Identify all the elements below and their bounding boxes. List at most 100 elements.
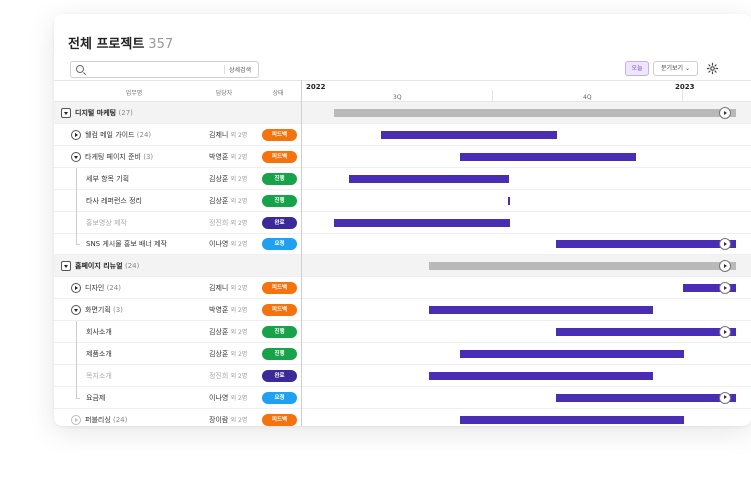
owner-cell[interactable]: 박영훈 외 2명 [209,299,247,321]
task-row[interactable]: 회사소개 김상훈 외 2명 진행 [54,321,751,343]
task-row[interactable]: 퍼블리싱 (24) 장이람 외 2명 피드백 [54,409,751,426]
group-timeline-bar[interactable] [334,109,736,117]
timeline-tick [682,90,683,102]
task-timeline-bar[interactable] [429,371,653,380]
task-row[interactable]: 화면기획 (3) 박영훈 외 2명 피드백 [54,299,751,322]
status-badge[interactable]: 피드백 [262,128,297,141]
search-input[interactable]: 상세검색 [70,61,259,78]
group-timeline-bar[interactable] [429,262,736,271]
collapse-toggle-icon[interactable] [61,261,71,272]
status-badge[interactable]: 진행 [262,347,297,360]
task-timeline-bar[interactable] [460,152,636,161]
tree-connector [76,342,77,365]
owner-cell[interactable]: 김상훈 외 2명 [209,190,247,212]
task-row[interactable]: 제품소개 김상훈 외 2명 진행 [54,342,751,365]
scroll-to-bar-icon[interactable] [719,107,731,119]
status-badge[interactable]: 진행 [262,172,297,185]
task-row[interactable]: 타사 레퍼런스 정리 김상훈 외 2명 진행 [54,189,751,212]
task-timeline-bar[interactable] [508,196,510,205]
task-timeline-bar[interactable] [429,306,653,315]
scroll-to-bar-icon[interactable] [719,391,731,404]
column-header-owner[interactable]: 담당자 [204,88,244,97]
task-name[interactable]: 디자인 (24) [85,277,121,299]
collapse-toggle-icon[interactable] [71,151,81,162]
status-badge[interactable]: 완료 [262,369,297,382]
task-timeline-bar[interactable] [460,349,684,358]
group-row[interactable]: 디지털 마케팅 (27) [54,102,751,124]
task-name[interactable]: 웰컴 메일 가이드 (24) [85,124,151,146]
search-icon [76,65,84,73]
task-timeline-bar[interactable] [460,415,684,424]
group-row[interactable]: 홈페이지 리뉴얼 (24) [54,255,751,278]
scroll-to-bar-icon[interactable] [719,282,731,295]
owner-cell[interactable]: 김제니 외 2명 [209,277,247,299]
task-timeline-bar[interactable] [556,393,736,402]
collapse-toggle-icon[interactable] [71,305,81,316]
task-name[interactable]: 타사 레퍼런스 정리 [86,190,142,212]
task-name[interactable]: 홈페이지 리뉴얼 (24) [75,255,139,277]
status-badge[interactable]: 진행 [262,194,297,207]
advanced-search-button[interactable]: 상세검색 [229,65,251,74]
status-badge[interactable]: 피드백 [262,282,297,295]
task-name[interactable]: 요금제 [86,387,105,409]
task-name[interactable]: 화면기획 (3) [85,299,123,321]
status-badge[interactable]: 진행 [262,326,297,338]
scroll-to-bar-icon[interactable] [719,260,731,273]
status-badge[interactable]: 피드백 [262,304,297,317]
task-row[interactable]: 세부 항목 기획 김상훈 외 2명 진행 [54,167,751,190]
column-header-task[interactable]: 업무명 [94,88,174,97]
owner-extra: 외 2명 [230,197,248,205]
settings-gear-icon[interactable] [706,62,719,75]
today-button[interactable]: 오늘 [625,61,649,76]
owner-cell[interactable]: 김제니 외 2명 [209,124,247,146]
expand-toggle-icon[interactable] [71,129,81,140]
status-badge[interactable]: 피드백 [262,150,297,163]
owner-cell[interactable]: 김상훈 외 2명 [209,321,247,343]
owner-cell[interactable]: 김상훈 외 2명 [209,168,247,190]
task-name[interactable]: 목지소개 [86,365,112,387]
task-name[interactable]: 디지털 마케팅 (27) [75,102,133,124]
task-name[interactable]: 회사소개 [86,321,112,343]
task-row[interactable]: 디자인 (24) 김제니 외 2명 피드백 [54,277,751,300]
task-timeline-bar[interactable] [381,130,557,139]
expand-toggle-icon[interactable] [71,414,81,425]
task-name[interactable]: 타게팅 페이지 준비 (3) [85,146,153,168]
quarter-view-dropdown[interactable]: 분기보기 ⌄ [653,61,698,76]
owner-name: 정진희 [209,371,229,380]
subtask-count: (3) [113,306,123,315]
task-name[interactable]: 퍼블리싱 (24) [85,409,127,426]
owner-cell[interactable]: 이나영 외 2명 [209,233,247,255]
task-timeline-bar[interactable] [556,328,736,336]
task-name[interactable]: 제품소개 [86,343,112,365]
collapse-toggle-icon[interactable] [61,108,71,118]
status-badge[interactable]: 요청 [262,391,297,404]
status-badge[interactable]: 완료 [262,216,297,229]
owner-cell[interactable]: 박영훈 외 2명 [209,146,247,168]
grid-timeline-divider[interactable] [301,80,302,426]
task-row[interactable]: 홍보영상 제작 정진희 외 2명 완료 [54,211,751,234]
column-header-status[interactable]: 상태 [260,88,296,97]
scroll-to-bar-icon[interactable] [719,326,731,338]
task-timeline-bar[interactable] [334,218,510,227]
owner-cell[interactable]: 정진희 외 2명 [209,365,247,387]
task-timeline-bar[interactable] [349,174,509,183]
task-name[interactable]: 홍보영상 제작 [86,212,127,234]
expand-toggle-icon[interactable] [71,283,81,294]
task-row[interactable]: 목지소개 정진희 외 2명 완료 [54,364,751,387]
task-row[interactable]: 요금제 이나영 외 2명 요청 [54,386,751,409]
task-name[interactable]: SNS 게시물 홍보 배너 제작 [86,233,167,255]
status-badge[interactable]: 피드백 [262,413,297,426]
task-name[interactable]: 세부 항목 기획 [86,168,129,190]
task-timeline-bar[interactable] [556,240,736,249]
owner-cell[interactable]: 이나영 외 2명 [209,387,247,409]
task-row[interactable]: 웰컴 메일 가이드 (24) 김제니 외 2명 피드백 [54,124,751,146]
owner-extra: 외 2명 [230,372,248,380]
owner-cell[interactable]: 김상훈 외 2명 [209,343,247,365]
owner-cell[interactable]: 장이람 외 2명 [209,409,247,426]
owner-cell[interactable]: 정진희 외 2명 [209,212,247,234]
task-row[interactable]: 타게팅 페이지 준비 (3) 박영훈 외 2명 피드백 [54,146,751,168]
owner-name: 이나영 [209,393,229,402]
scroll-to-bar-icon[interactable] [719,238,731,251]
status-badge[interactable]: 요청 [262,238,297,251]
task-row[interactable]: SNS 게시물 홍보 배너 제작 이나영 외 2명 요청 [54,233,751,256]
